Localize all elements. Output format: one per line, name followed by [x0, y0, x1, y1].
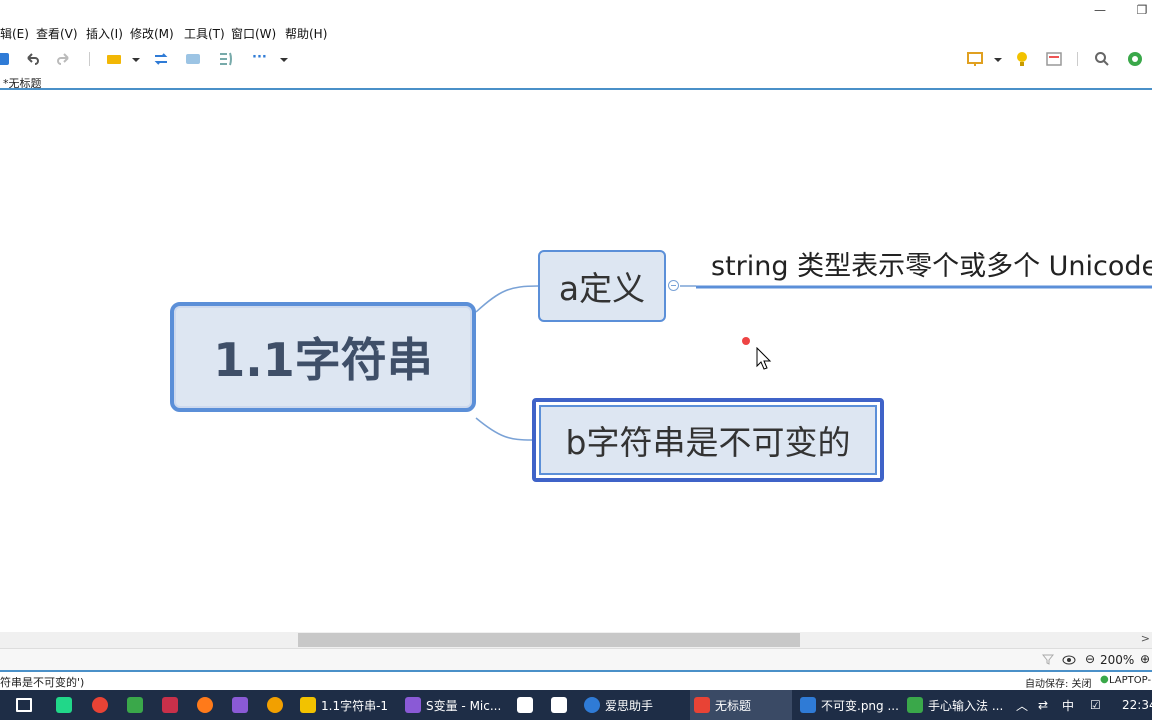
menu-help[interactable]: 帮助(H) [285, 25, 327, 42]
topic-definition-label: a定义 [558, 269, 646, 308]
filter-icon[interactable] [1042, 653, 1054, 665]
taskbar-item-active[interactable]: 无标题 [690, 690, 792, 720]
taskbar-item-label: 不可变.png ... [821, 698, 899, 713]
autosave-status[interactable]: 自动保存: 关闭 [1025, 675, 1092, 690]
taskbar-item[interactable]: 不可变.png ... [800, 690, 900, 720]
restore-button[interactable]: ❐ [1134, 2, 1150, 18]
online-dot-icon: ● [1100, 674, 1109, 685]
chrome-icon[interactable] [92, 690, 113, 720]
taskbar-item[interactable]: S变量 - Mic... [405, 690, 505, 720]
firefox-icon[interactable] [197, 690, 218, 720]
tray-chevron-icon[interactable]: ︿ [1016, 690, 1028, 720]
taskbar-item-label: 无标题 [715, 698, 752, 713]
taskbar-item[interactable]: 爱思助手 [584, 690, 682, 720]
app-icon[interactable] [162, 690, 183, 720]
menu-tools[interactable]: 工具(T) [184, 25, 225, 42]
topic-immutable-label: b字符串是不可变的 [565, 423, 851, 462]
mouse-cursor-icon [756, 347, 772, 370]
minimize-button[interactable]: — [1092, 2, 1108, 18]
outline-icon[interactable] [1045, 50, 1063, 68]
taskbar-item[interactable]: 1.1字符串-1 [300, 690, 398, 720]
toolbar-divider [89, 52, 90, 66]
eye-icon[interactable] [1062, 654, 1076, 666]
subtopic-string-definition[interactable]: string 类型表示零个或多个 Unicode [711, 244, 1152, 283]
horizontal-scrollbar[interactable]: > [0, 632, 1152, 648]
typora-icon[interactable] [517, 690, 538, 720]
network-icon[interactable]: ⇄ [1038, 690, 1048, 720]
taskbar-item-label: 手心输入法 ... [928, 698, 1004, 713]
zoom-level: 200% [1100, 653, 1135, 667]
menu-window[interactable]: 窗口(W) [231, 25, 276, 42]
menu-bar: 辑(E) 查看(V) 插入(I) 修改(M) 工具(T) 窗口(W) 帮助(H) [0, 22, 1152, 44]
presentation-icon[interactable] [966, 50, 984, 68]
collapse-toggle[interactable] [668, 280, 679, 291]
chevron-down-icon[interactable] [992, 50, 1004, 68]
zoom-out-button[interactable]: ⊖ [1085, 652, 1095, 666]
toolbar-divider [1077, 52, 1078, 66]
redo-icon[interactable] [55, 50, 73, 68]
visual-studio-icon[interactable] [232, 690, 253, 720]
menu-insert[interactable]: 插入(I) [86, 25, 123, 42]
taskbar-item-label: 1.1字符串-1 [321, 698, 389, 713]
taskbar-item-label: S变量 - Mic... [426, 698, 502, 713]
checkbox-tray-icon[interactable]: ☑ [1090, 690, 1101, 720]
notepad-icon[interactable] [551, 690, 572, 720]
document-tab-bar: *无标题 [0, 74, 1152, 90]
taskbar-item-label: 爱思助手 [605, 698, 654, 713]
laser-pointer-dot [742, 337, 750, 345]
save-icon[interactable] [0, 50, 12, 68]
machine-name: LAPTOP- [1109, 675, 1152, 686]
scrollbar-thumb[interactable] [298, 633, 800, 647]
search-app-icon[interactable] [267, 690, 288, 720]
menu-edit[interactable]: 辑(E) [0, 25, 29, 42]
central-topic-label: 1.1字符串 [213, 333, 433, 387]
share-icon[interactable] [1126, 50, 1144, 68]
summary-icon[interactable] [217, 50, 235, 68]
toolbar: ··· [0, 44, 1152, 74]
search-icon[interactable] [1093, 50, 1111, 68]
status-message: 符串是不可变的') [0, 676, 85, 689]
status-bar: 符串是不可变的') 自动保存: 关闭 ● LAPTOP- [0, 670, 1152, 692]
zoom-bar: ⊖ 200% ⊕ [0, 648, 1152, 671]
topic-definition[interactable]: a定义 [538, 250, 666, 322]
ime-indicator[interactable]: 中 [1062, 690, 1074, 720]
topic-immutable-selected[interactable]: b字符串是不可变的 [532, 398, 884, 482]
taskbar: 1.1字符串-1 S变量 - Mic... 爱思助手 无标题 不可变.png .… [0, 690, 1152, 720]
menu-modify[interactable]: 修改(M) [130, 25, 174, 42]
pycharm-icon[interactable] [56, 690, 77, 720]
mindmap-canvas[interactable]: 1.1字符串 a定义 string 类型表示零个或多个 Unicode b字符串… [0, 90, 1152, 632]
zoom-in-button[interactable]: ⊕ [1140, 652, 1150, 666]
chevron-down-icon[interactable] [130, 50, 142, 68]
clock[interactable]: 22:34 [1122, 690, 1152, 720]
title-bar: — ❐ [0, 0, 1152, 22]
menu-view[interactable]: 查看(V) [36, 25, 78, 42]
app-icon[interactable] [127, 690, 148, 720]
undo-icon[interactable] [23, 50, 41, 68]
boundary-icon[interactable] [184, 50, 202, 68]
central-topic[interactable]: 1.1字符串 [170, 302, 476, 412]
relationship-icon[interactable] [152, 50, 170, 68]
more-icon[interactable]: ··· [252, 50, 267, 65]
chevron-down-icon[interactable] [278, 50, 290, 68]
scroll-right-icon[interactable]: > [1141, 632, 1150, 645]
insert-topic-icon[interactable] [105, 50, 123, 68]
taskbar-item[interactable]: 手心输入法 ... [907, 690, 1011, 720]
task-view-icon[interactable] [16, 690, 37, 720]
idea-icon[interactable] [1013, 50, 1031, 68]
